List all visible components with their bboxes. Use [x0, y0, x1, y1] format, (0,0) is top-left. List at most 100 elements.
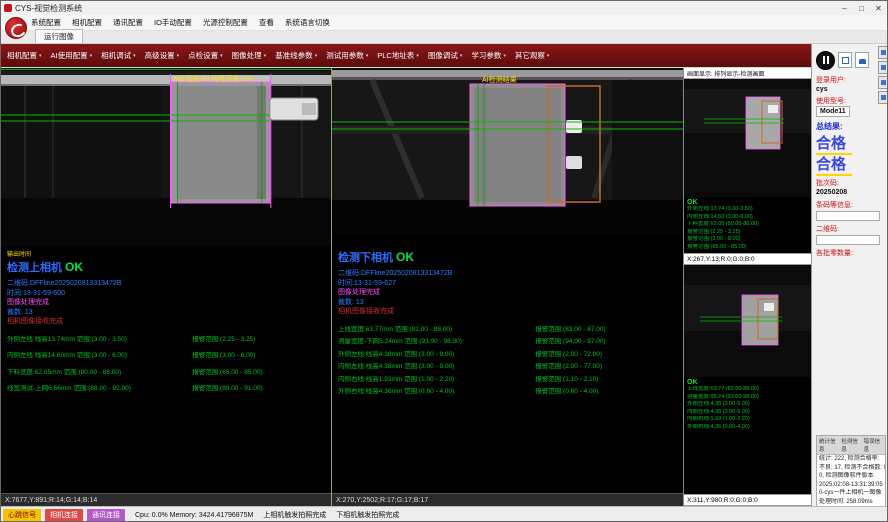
preview-line: 内侧右线:1.93 (1.00-2.20) [687, 416, 808, 424]
pause-button[interactable] [816, 51, 835, 70]
menu-view[interactable]: 查看 [259, 17, 274, 28]
alarm-range-text: 报警范围:(83.00 - 87.00) [531, 326, 677, 334]
stats-tab-detection[interactable]: 检测信息 [841, 437, 860, 453]
preview-display-mode[interactable]: 画面显示: 排列显示-检测画面 [684, 68, 811, 79]
main-area: N标亮度:93 线亮亮度:100 输出时间 检测上相机OK 二维码:DFFlin… [1, 67, 811, 506]
result-status: OK [65, 260, 83, 274]
stats-line: 统计: 222, 检测合格率: [817, 455, 885, 464]
toolbar-spot-check[interactable]: 点检设置▾ [188, 50, 223, 61]
lock-icon [859, 59, 866, 64]
alarm-range-text: 报警范围:(0.60 - 4.00) [531, 388, 677, 396]
chevron-down-icon: ▾ [416, 53, 419, 59]
measurement-row: 线宽测试-上网6.56mm 范围:(88.00 - 92.00)报警范围:(89… [7, 385, 325, 393]
barcode-info-input[interactable] [816, 211, 880, 221]
login-user-field: 登录用户: cys [816, 76, 886, 94]
pause-icon [823, 56, 825, 64]
toolbar-label: 基准线参数 [275, 50, 313, 61]
alarm-range-text: 报警范围:(2.00 - 77.00) [531, 363, 677, 371]
process-done-line: 图像处理完成 [338, 288, 677, 298]
menu-light-control-config[interactable]: 光源控制配置 [203, 17, 248, 28]
time-line: 时间:13-31-59-627 [338, 279, 677, 289]
toolbar-advanced-settings[interactable]: 高级设置▾ [145, 50, 180, 61]
barcode-info-label: 条码等信息: [816, 201, 886, 210]
qr-code-line: 二维码:DFFline2025020813313472B [7, 279, 325, 289]
preview-line: 内侧左线:4.38 (3.00-9.00) [687, 409, 808, 417]
batch-code-value: 20250208 [816, 189, 847, 196]
measurement-text: 外侧左线:线高13.74mm 范围:(3.00 - 3.50) [7, 336, 188, 344]
toolbar-other-observe[interactable]: 其它观察▾ [515, 50, 550, 61]
menu-system-config[interactable]: 系统配置 [31, 17, 61, 28]
toolbar-ai-config[interactable]: AI使用配置▾ [51, 50, 93, 61]
measurement-text: 外侧右线:线高4.36mm 范围:(0.60 - 4.00) [338, 388, 531, 396]
chevron-down-icon: ▾ [547, 53, 550, 59]
menu-comm-config[interactable]: 通讯配置 [113, 17, 143, 28]
login-user-value: cys [816, 86, 828, 93]
qr-info-input[interactable] [816, 235, 880, 245]
preview-coords-2: X:311,Y:980;R:0;G:0;B:0 [684, 494, 811, 506]
menubar: 系统配置 相机配置 通讯配置 IO手动配置 光源控制配置 查看 系统语言切换 [1, 15, 887, 31]
result-line-2: 合格 [816, 155, 852, 176]
toolbar-baseline-params[interactable]: 基准线参数▾ [275, 50, 317, 61]
alarm-range-text: 报警范围:(89.00 - 91.00) [188, 385, 325, 393]
close-button[interactable]: ✕ [870, 2, 887, 15]
overlay-label-upper: N标亮度:93 线亮亮度:100 [174, 74, 254, 83]
heartbeat-badge: 心跳信号 [3, 509, 41, 522]
status-bar: 心跳信号 相机连接 通讯连接 Cpu: 0.0% Memory: 3424.41… [1, 506, 887, 522]
measurement-text: 下料宽度:62.05mm 范围:(80.00 - 86.00) [7, 369, 188, 377]
preview-line: 外侧左线:13.74 (3.00-3.50) [687, 206, 808, 214]
toolbar-test-params[interactable]: 测试用参数▾ [326, 50, 368, 61]
menu-camera-config[interactable]: 相机配置 [72, 17, 102, 28]
preview-image-1[interactable] [684, 79, 811, 197]
alarm-range-text: 报警范围:(65.00 - 85.00) [188, 369, 325, 377]
window-controls: – □ ✕ [836, 2, 887, 15]
toolbar-image-processing[interactable]: 图像处理▾ [232, 50, 267, 61]
model-value[interactable]: Mode11 [816, 106, 850, 117]
toolbar-plc-address[interactable]: PLC地址表▾ [377, 50, 419, 61]
minimize-button[interactable]: – [836, 2, 853, 15]
preview-line: 报警范围:(2.25 - 3.25) [687, 229, 808, 237]
preview-coords-1: X:267,Y:13;R:0;G:0;B:0 [684, 253, 811, 265]
recv-line: 相机图像接收完成 [338, 307, 677, 317]
lock-tool-button[interactable] [855, 52, 869, 68]
edge-tool-button-2[interactable] [878, 61, 888, 74]
batch-code-field: 批次码: 20250208 [816, 179, 886, 197]
measurement-text: 内侧左线:线高4.38mm 范围:(3.00 - 9.00) [338, 363, 531, 371]
edge-tool-button-4[interactable] [878, 91, 888, 104]
edge-tool-button-1[interactable] [878, 46, 888, 59]
camera-image-lower[interactable]: AI检测结果 [332, 68, 683, 233]
toolbar-camera-debug[interactable]: 相机调试▾ [101, 50, 136, 61]
info-sidebar: 登录用户: cys 使用型号: Mode11 总结果: 合格 合格 批次码: 2… [811, 44, 888, 506]
pixel-coords-lower: X:270,Y:2502;R:17;G:17;B:17 [332, 493, 683, 506]
stats-tab-errors[interactable]: 错误信息 [864, 437, 883, 453]
lower-camera-trigger-status: 下相机触发拍照完成 [336, 510, 399, 520]
toolbar-image-debug[interactable]: 图像调试▾ [428, 50, 463, 61]
tab-run-image[interactable]: 运行图像 [35, 29, 83, 43]
window-title: CYS-视觉检测系统 [15, 3, 82, 14]
edge-tool-button-3[interactable] [878, 76, 888, 89]
stats-tab-statistics[interactable]: 统计信息 [819, 437, 838, 453]
camera-icon [842, 57, 849, 64]
result-status: OK [396, 250, 414, 264]
camera-image-upper[interactable]: N标亮度:93 线亮亮度:100 [1, 68, 331, 246]
toolbar-camera-config[interactable]: 相机配置▾ [7, 50, 42, 61]
preview-image-2[interactable] [684, 265, 811, 377]
machine-background [1, 68, 331, 246]
measurement-row: 外侧右线:线高4.36mm 范围:(0.60 - 4.00)报警范围:(0.60… [338, 388, 677, 396]
pixel-coords-upper: X:7677,Y:891;R:14;G:14;B:14 [1, 493, 331, 506]
toolbar-learning-params[interactable]: 学习参数▾ [471, 50, 506, 61]
toolbar-label: 相机配置 [7, 50, 37, 61]
preview-line: 内侧左线:14.60 (3.00-6.00) [687, 214, 808, 222]
chevron-down-icon: ▾ [503, 53, 506, 59]
camera-tool-button[interactable] [838, 52, 852, 68]
pre-label: 输出时间 [7, 249, 325, 257]
result-text-lower: 检测下相机OK 二维码:DFFline2025020813313472B 时间:… [332, 233, 683, 493]
measurement-row: 下料宽度:62.05mm 范围:(80.00 - 86.00)报警范围:(65.… [7, 369, 325, 377]
measurement-row: 上线宽度:63.77mm 范围:(82.00 - 88.00)报警范围:(83.… [338, 326, 677, 334]
menu-io-manual-config[interactable]: IO手动配置 [154, 17, 192, 28]
connector-object [270, 98, 318, 120]
chevron-down-icon: ▾ [366, 53, 369, 59]
menu-language-switch[interactable]: 系统语言切换 [285, 17, 330, 28]
maximize-button[interactable]: □ [853, 2, 870, 15]
result-camera-name: 检测下相机 [338, 252, 393, 264]
preview-panel-2: OK 上线宽度:63.77 (82.00-88.00) 测量宽度:95.24 (… [684, 265, 811, 506]
